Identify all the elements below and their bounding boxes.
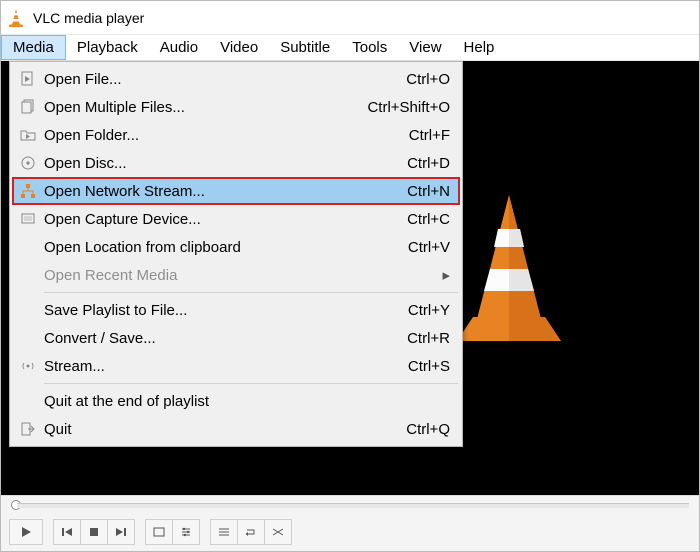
menu-subtitle[interactable]: Subtitle: [269, 35, 341, 60]
menu-open-recent-media[interactable]: Open Recent Media ▸: [12, 261, 460, 289]
menu-label: Open Multiple Files...: [44, 99, 347, 116]
menu-label: Open Location from clipboard: [44, 239, 388, 256]
menu-shortcut: Ctrl+V: [388, 239, 450, 256]
disc-icon: [12, 155, 44, 171]
bottom-bar: [1, 495, 699, 551]
menu-label: Quit: [44, 421, 386, 438]
menu-video[interactable]: Video: [209, 35, 269, 60]
menu-open-folder[interactable]: Open Folder... Ctrl+F: [12, 121, 460, 149]
vlc-cone-icon: [449, 189, 569, 349]
menu-separator: [44, 292, 458, 293]
menu-shortcut: Ctrl+C: [387, 211, 450, 228]
network-icon: [12, 183, 44, 199]
menu-label: Open Network Stream...: [44, 183, 387, 200]
menu-label: Open Folder...: [44, 127, 389, 144]
menu-label: Quit at the end of playlist: [44, 393, 450, 410]
playback-controls: [1, 514, 699, 550]
menu-tools[interactable]: Tools: [341, 35, 398, 60]
menu-separator: [44, 383, 458, 384]
shuffle-button[interactable]: [264, 519, 292, 545]
next-button[interactable]: [107, 519, 135, 545]
chevron-right-icon: ▸: [436, 266, 450, 284]
menu-label: Open File...: [44, 71, 386, 88]
playlist-button[interactable]: [210, 519, 238, 545]
menu-open-location-clipboard[interactable]: Open Location from clipboard Ctrl+V: [12, 233, 460, 261]
titlebar: VLC media player: [1, 1, 699, 35]
menu-shortcut: Ctrl+Shift+O: [347, 99, 450, 116]
app-icon: [7, 8, 25, 28]
menu-shortcut: Ctrl+N: [387, 183, 450, 200]
extended-settings-button[interactable]: [172, 519, 200, 545]
menu-open-multiple-files[interactable]: Open Multiple Files... Ctrl+Shift+O: [12, 93, 460, 121]
files-icon: [12, 99, 44, 115]
menu-shortcut: Ctrl+O: [386, 71, 450, 88]
menu-convert-save[interactable]: Convert / Save... Ctrl+R: [12, 324, 460, 352]
menu-open-network-stream[interactable]: Open Network Stream... Ctrl+N: [12, 177, 460, 205]
loop-button[interactable]: [237, 519, 265, 545]
menu-shortcut: Ctrl+F: [389, 127, 450, 144]
stream-icon: [12, 358, 44, 374]
menu-open-file[interactable]: Open File... Ctrl+O: [12, 65, 460, 93]
menu-label: Open Capture Device...: [44, 211, 387, 228]
menu-open-disc[interactable]: Open Disc... Ctrl+D: [12, 149, 460, 177]
menu-shortcut: Ctrl+S: [388, 358, 450, 375]
capture-icon: [12, 211, 44, 227]
seek-track[interactable]: [17, 503, 689, 508]
seek-bar[interactable]: [1, 496, 699, 514]
menu-help[interactable]: Help: [453, 35, 506, 60]
previous-button[interactable]: [53, 519, 81, 545]
menu-shortcut: Ctrl+D: [387, 155, 450, 172]
menu-label: Stream...: [44, 358, 388, 375]
fullscreen-button[interactable]: [145, 519, 173, 545]
play-button[interactable]: [9, 519, 43, 545]
menu-save-playlist[interactable]: Save Playlist to File... Ctrl+Y: [12, 296, 460, 324]
menubar: Media Playback Audio Video Subtitle Tool…: [1, 35, 699, 61]
menu-shortcut: Ctrl+R: [387, 330, 450, 347]
menu-shortcut: Ctrl+Q: [386, 421, 450, 438]
menu-stream[interactable]: Stream... Ctrl+S: [12, 352, 460, 380]
menu-open-capture-device[interactable]: Open Capture Device... Ctrl+C: [12, 205, 460, 233]
media-dropdown: Open File... Ctrl+O Open Multiple Files.…: [9, 61, 463, 447]
menu-audio[interactable]: Audio: [149, 35, 209, 60]
menu-playback[interactable]: Playback: [66, 35, 149, 60]
menu-media[interactable]: Media: [1, 35, 66, 60]
menu-label: Open Disc...: [44, 155, 387, 172]
menu-label: Open Recent Media: [44, 267, 436, 284]
menu-quit-end-playlist[interactable]: Quit at the end of playlist: [12, 387, 460, 415]
window-title: VLC media player: [33, 10, 144, 26]
menu-shortcut: Ctrl+Y: [388, 302, 450, 319]
menu-view[interactable]: View: [398, 35, 452, 60]
folder-play-icon: [12, 127, 44, 143]
quit-icon: [12, 421, 44, 437]
menu-quit[interactable]: Quit Ctrl+Q: [12, 415, 460, 443]
menu-label: Save Playlist to File...: [44, 302, 388, 319]
menu-label: Convert / Save...: [44, 330, 387, 347]
stop-button[interactable]: [80, 519, 108, 545]
file-play-icon: [12, 71, 44, 87]
